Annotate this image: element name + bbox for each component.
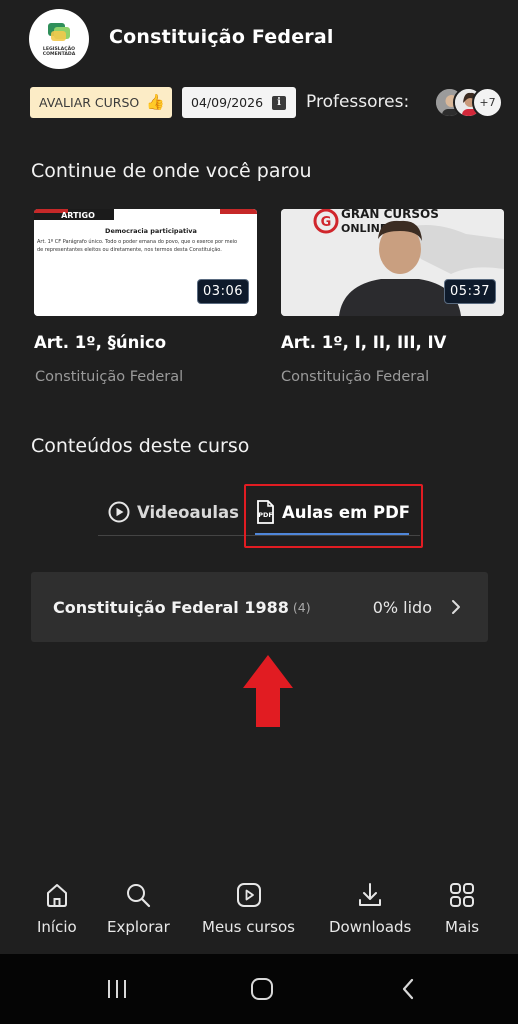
nav-meus-cursos[interactable]: Meus cursos [202, 880, 295, 936]
rate-course-label: AVALIAR CURSO [39, 95, 140, 110]
nav-explorar[interactable]: Explorar [107, 880, 170, 936]
course-title: Constituição Federal [109, 26, 334, 48]
date-value: 04/09/2026 [191, 95, 264, 110]
tab-label: Videoaulas [137, 502, 239, 522]
annotation-highlight-box [244, 484, 423, 548]
contents-section-title: Conteúdos deste curso [31, 435, 250, 457]
video-duration: 05:37 [444, 279, 496, 304]
home-icon [46, 884, 67, 907]
continue-section-title: Continue de onde você parou [31, 160, 312, 182]
rate-course-button[interactable]: AVALIAR CURSO 👍 [30, 87, 172, 118]
video-card[interactable]: G GRAN CURSOS ONLINE 05:37 [281, 209, 504, 316]
course-logo: LEGISLAÇÃO COMENTADA [29, 9, 89, 69]
pdf-count: (4) [292, 599, 311, 615]
nav-label: Meus cursos [202, 918, 295, 936]
home-button-icon[interactable] [247, 976, 277, 1002]
svg-text:G: G [321, 215, 332, 230]
video-subtitle: Constituição Federal [35, 369, 184, 385]
professors-label: Professores: [306, 92, 410, 112]
date-chip[interactable]: 04/09/2026 i [182, 87, 296, 118]
pdf-title: Constituição Federal 1988 [53, 597, 289, 617]
logo-text: LEGISLAÇÃO [43, 45, 75, 52]
info-icon[interactable]: i [272, 95, 287, 110]
nav-downloads[interactable]: Downloads [329, 880, 411, 936]
thumb-heading: Democracia participativa [105, 227, 197, 235]
recent-apps-icon[interactable] [102, 976, 132, 1002]
nav-label: Downloads [329, 918, 412, 936]
download-icon [359, 883, 382, 906]
svg-text:de representantes eleitos ou d: de representantes eleitos ou diretamente… [37, 247, 222, 253]
video-duration: 03:06 [197, 279, 249, 304]
more-professors-badge[interactable]: +7 [472, 87, 503, 118]
play-circle-icon [108, 501, 130, 523]
video-title[interactable]: Art. 1º, §único [34, 333, 166, 352]
svg-text:COMENTADA: COMENTADA [43, 51, 76, 57]
search-icon [127, 884, 151, 908]
thumbs-up-icon: 👍 [146, 93, 165, 111]
tab-videoaulas[interactable]: Videoaulas [108, 499, 239, 525]
play-square-icon [236, 883, 261, 907]
thumb-banner: ARTIGO [61, 211, 95, 220]
thumb-brand-top: GRAN CURSOS [341, 209, 439, 221]
pdf-read-progress: 0% lido [372, 597, 432, 617]
nav-label: Explorar [107, 918, 170, 936]
video-subtitle: Constituição Federal [281, 369, 430, 385]
nav-label: Início [37, 918, 77, 936]
annotation-arrow-icon [243, 655, 293, 727]
chevron-right-icon[interactable] [446, 597, 466, 617]
nav-mais[interactable]: Mais [445, 880, 479, 936]
svg-text:Art. 1º CF Parágrafo único. To: Art. 1º CF Parágrafo único. Todo o poder… [37, 238, 237, 245]
back-icon[interactable] [393, 976, 423, 1002]
video-title[interactable]: Art. 1º, I, II, III, IV [281, 333, 446, 352]
nav-inicio[interactable]: Início [37, 880, 77, 936]
nav-label: Mais [445, 918, 480, 936]
video-card[interactable]: ARTIGO Democracia participativa Art. 1º … [34, 209, 257, 316]
grid-icon [450, 883, 475, 907]
pdf-list-item[interactable]: Constituição Federal 1988 (4) 0% lido [31, 572, 488, 642]
